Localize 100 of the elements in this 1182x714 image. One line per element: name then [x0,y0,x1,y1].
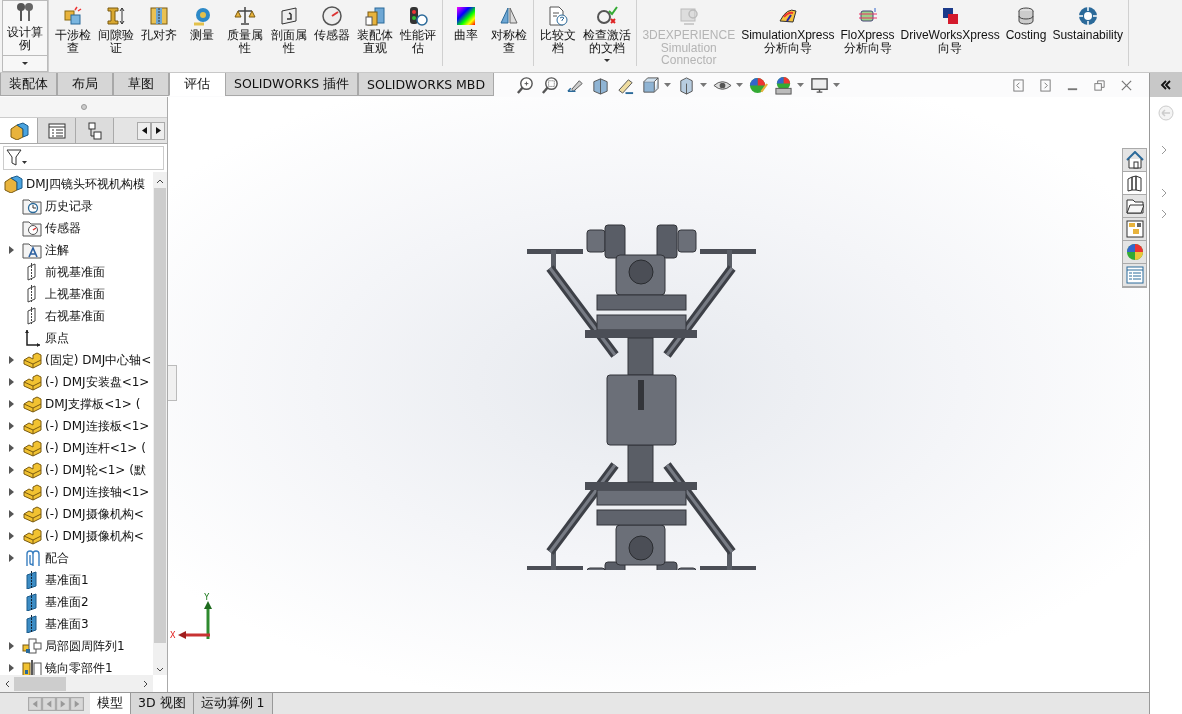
command-tab[interactable]: 评估 [169,73,225,96]
toolbar-button[interactable]: 干涉检查 [52,3,94,56]
chevron-icon[interactable] [1161,145,1167,155]
tree-item[interactable]: (固定) DMJ中心轴< [45,351,152,369]
tree-item[interactable]: 配合 [45,549,69,567]
expand-triangle-icon[interactable] [8,444,14,452]
tree-item[interactable]: (-) DMJ摄像机构< [45,527,144,545]
caret-icon[interactable] [736,83,744,87]
command-tab[interactable]: SOLIDWORKS 插件 [225,73,359,96]
expand-triangle-icon[interactable] [8,642,14,650]
expand-triangle-icon[interactable] [8,532,14,540]
toolbar-button[interactable]: 对称检查 [488,3,531,56]
toolbar-button[interactable]: 传感器 [311,3,353,44]
tile-left-icon[interactable] [1012,78,1025,92]
command-tab[interactable]: 装配体 [0,73,57,96]
expand-triangle-icon[interactable] [8,510,14,518]
tree-item[interactable]: (-) DMJ安装盘<1> [45,373,150,391]
tree-item[interactable]: 原点 [45,329,69,347]
tree-item[interactable]: (-) DMJ连接轴<1> [45,483,150,501]
expand-triangle-icon[interactable] [8,422,14,430]
appearance-ball-icon[interactable] [749,75,769,95]
tree-item[interactable]: 基准面2 [45,593,89,611]
section-view-icon[interactable] [591,75,611,95]
expand-triangle-icon[interactable] [8,664,14,672]
zoom-area-icon[interactable] [541,75,561,95]
tree-item[interactable]: 基准面3 [45,615,89,633]
tree-item[interactable]: (-) DMJ摄像机构< [45,505,144,523]
tree-item[interactable]: DMJ支撑板<1> ( [45,395,141,413]
toolbar-button[interactable]: 性能评估 [397,3,439,56]
tree-item[interactable]: (-) DMJ连接板<1> [45,417,150,435]
scroll-right-button[interactable] [151,121,165,140]
toolbar-button[interactable]: DriveWorksXpress 向导 [898,3,1002,56]
tree-item[interactable]: 注解 [45,241,69,259]
caret-icon[interactable] [700,83,708,87]
caret-icon[interactable] [664,83,672,87]
toolbar-button[interactable]: SimulationXpress 分析向导 [739,3,837,56]
expand-triangle-icon[interactable] [8,488,14,496]
tree-item[interactable]: 镜向零部件1 [45,659,113,675]
toolbar-button[interactable]: 质量属性 [224,3,266,56]
close-icon[interactable] [1120,78,1133,92]
splitter-handle[interactable] [168,365,177,401]
tree-item[interactable]: 局部圆周阵列1 [45,637,125,655]
collapse-button[interactable] [1150,73,1182,97]
tree-item[interactable]: (-) DMJ连杆<1> ( [45,439,146,457]
view-orientation-icon[interactable] [641,75,661,95]
panel-tab[interactable] [0,118,38,143]
grip-icon[interactable] [80,104,87,110]
expand-triangle-icon[interactable] [8,554,14,562]
tree-item[interactable]: 前视基准面 [45,263,105,281]
tree-item[interactable]: DMJ四镜头环视机构模 [26,175,146,193]
toolbar-button[interactable]: 测量 [181,3,223,44]
horizontal-scrollbar[interactable] [0,675,153,692]
tree-item[interactable]: 基准面1 [45,571,89,589]
task-pane-tab[interactable] [1123,149,1146,172]
scroll-thumb[interactable] [14,676,66,691]
scroll-thumb[interactable] [154,188,166,643]
caret-icon[interactable] [833,83,841,87]
caret-icon[interactable] [797,83,805,87]
tile-right-icon[interactable] [1039,78,1052,92]
toolbar-button[interactable]: Sustainability [1050,3,1126,44]
command-tab[interactable]: SOLIDWORKS MBD [358,73,495,96]
toolbar-button[interactable]: Costing [1003,3,1049,44]
toolbar-button[interactable]: 装配体直观 [354,3,396,56]
filter-field[interactable] [3,146,164,170]
vertical-scrollbar[interactable] [153,172,167,675]
chevron-icon[interactable] [1161,188,1167,198]
model-view-tab[interactable]: 运动算例 1 [193,693,273,714]
model-view-tab[interactable]: 3D 视图 [131,693,194,714]
expand-triangle-icon[interactable] [8,246,14,254]
expand-triangle-icon[interactable] [8,378,14,386]
expand-triangle-icon[interactable] [8,400,14,408]
chevron-icon[interactable] [1161,209,1167,219]
toolbar-button[interactable]: FloXpress 分析向导 [838,3,897,56]
toolbar-button[interactable]: 间隙验证 [95,3,137,56]
toolbar-button[interactable]: 检查激活的文档 [580,3,634,65]
scroll-left-button[interactable] [137,121,151,140]
tree-item[interactable]: 右视基准面 [45,307,105,325]
task-pane-tab[interactable] [1123,195,1146,218]
expand-triangle-icon[interactable] [8,466,14,474]
task-pane-tab[interactable] [1123,241,1146,264]
toolbar-button[interactable]: 剖面属性 [267,3,310,56]
zoom-to-fit-icon[interactable] [516,75,536,95]
toolbar-button[interactable]: 孔对齐 [138,3,180,44]
panel-tab[interactable] [38,118,76,143]
restore-icon[interactable] [1093,78,1106,92]
design-study-button[interactable]: 设计算例 [2,0,48,56]
toolbar-button[interactable]: 曲率 [445,3,487,44]
command-tab[interactable]: 草图 [113,73,169,96]
task-pane-tab[interactable] [1123,172,1146,195]
task-pane-tab[interactable] [1123,218,1146,241]
monitor-icon[interactable] [810,75,830,95]
toolbar-button[interactable]: 比较文档 [537,3,579,56]
model-view-tab[interactable]: 模型 [90,693,131,714]
tree-item[interactable]: 历史记录 [45,197,93,215]
tree-item[interactable]: (-) DMJ轮<1> (默 [45,461,146,479]
tree-item[interactable]: 上视基准面 [45,285,105,303]
graphics-area[interactable]: Y X [168,97,1149,692]
command-tab[interactable]: 布局 [57,73,113,96]
expand-triangle-icon[interactable] [8,356,14,364]
panel-tab[interactable] [76,118,114,143]
